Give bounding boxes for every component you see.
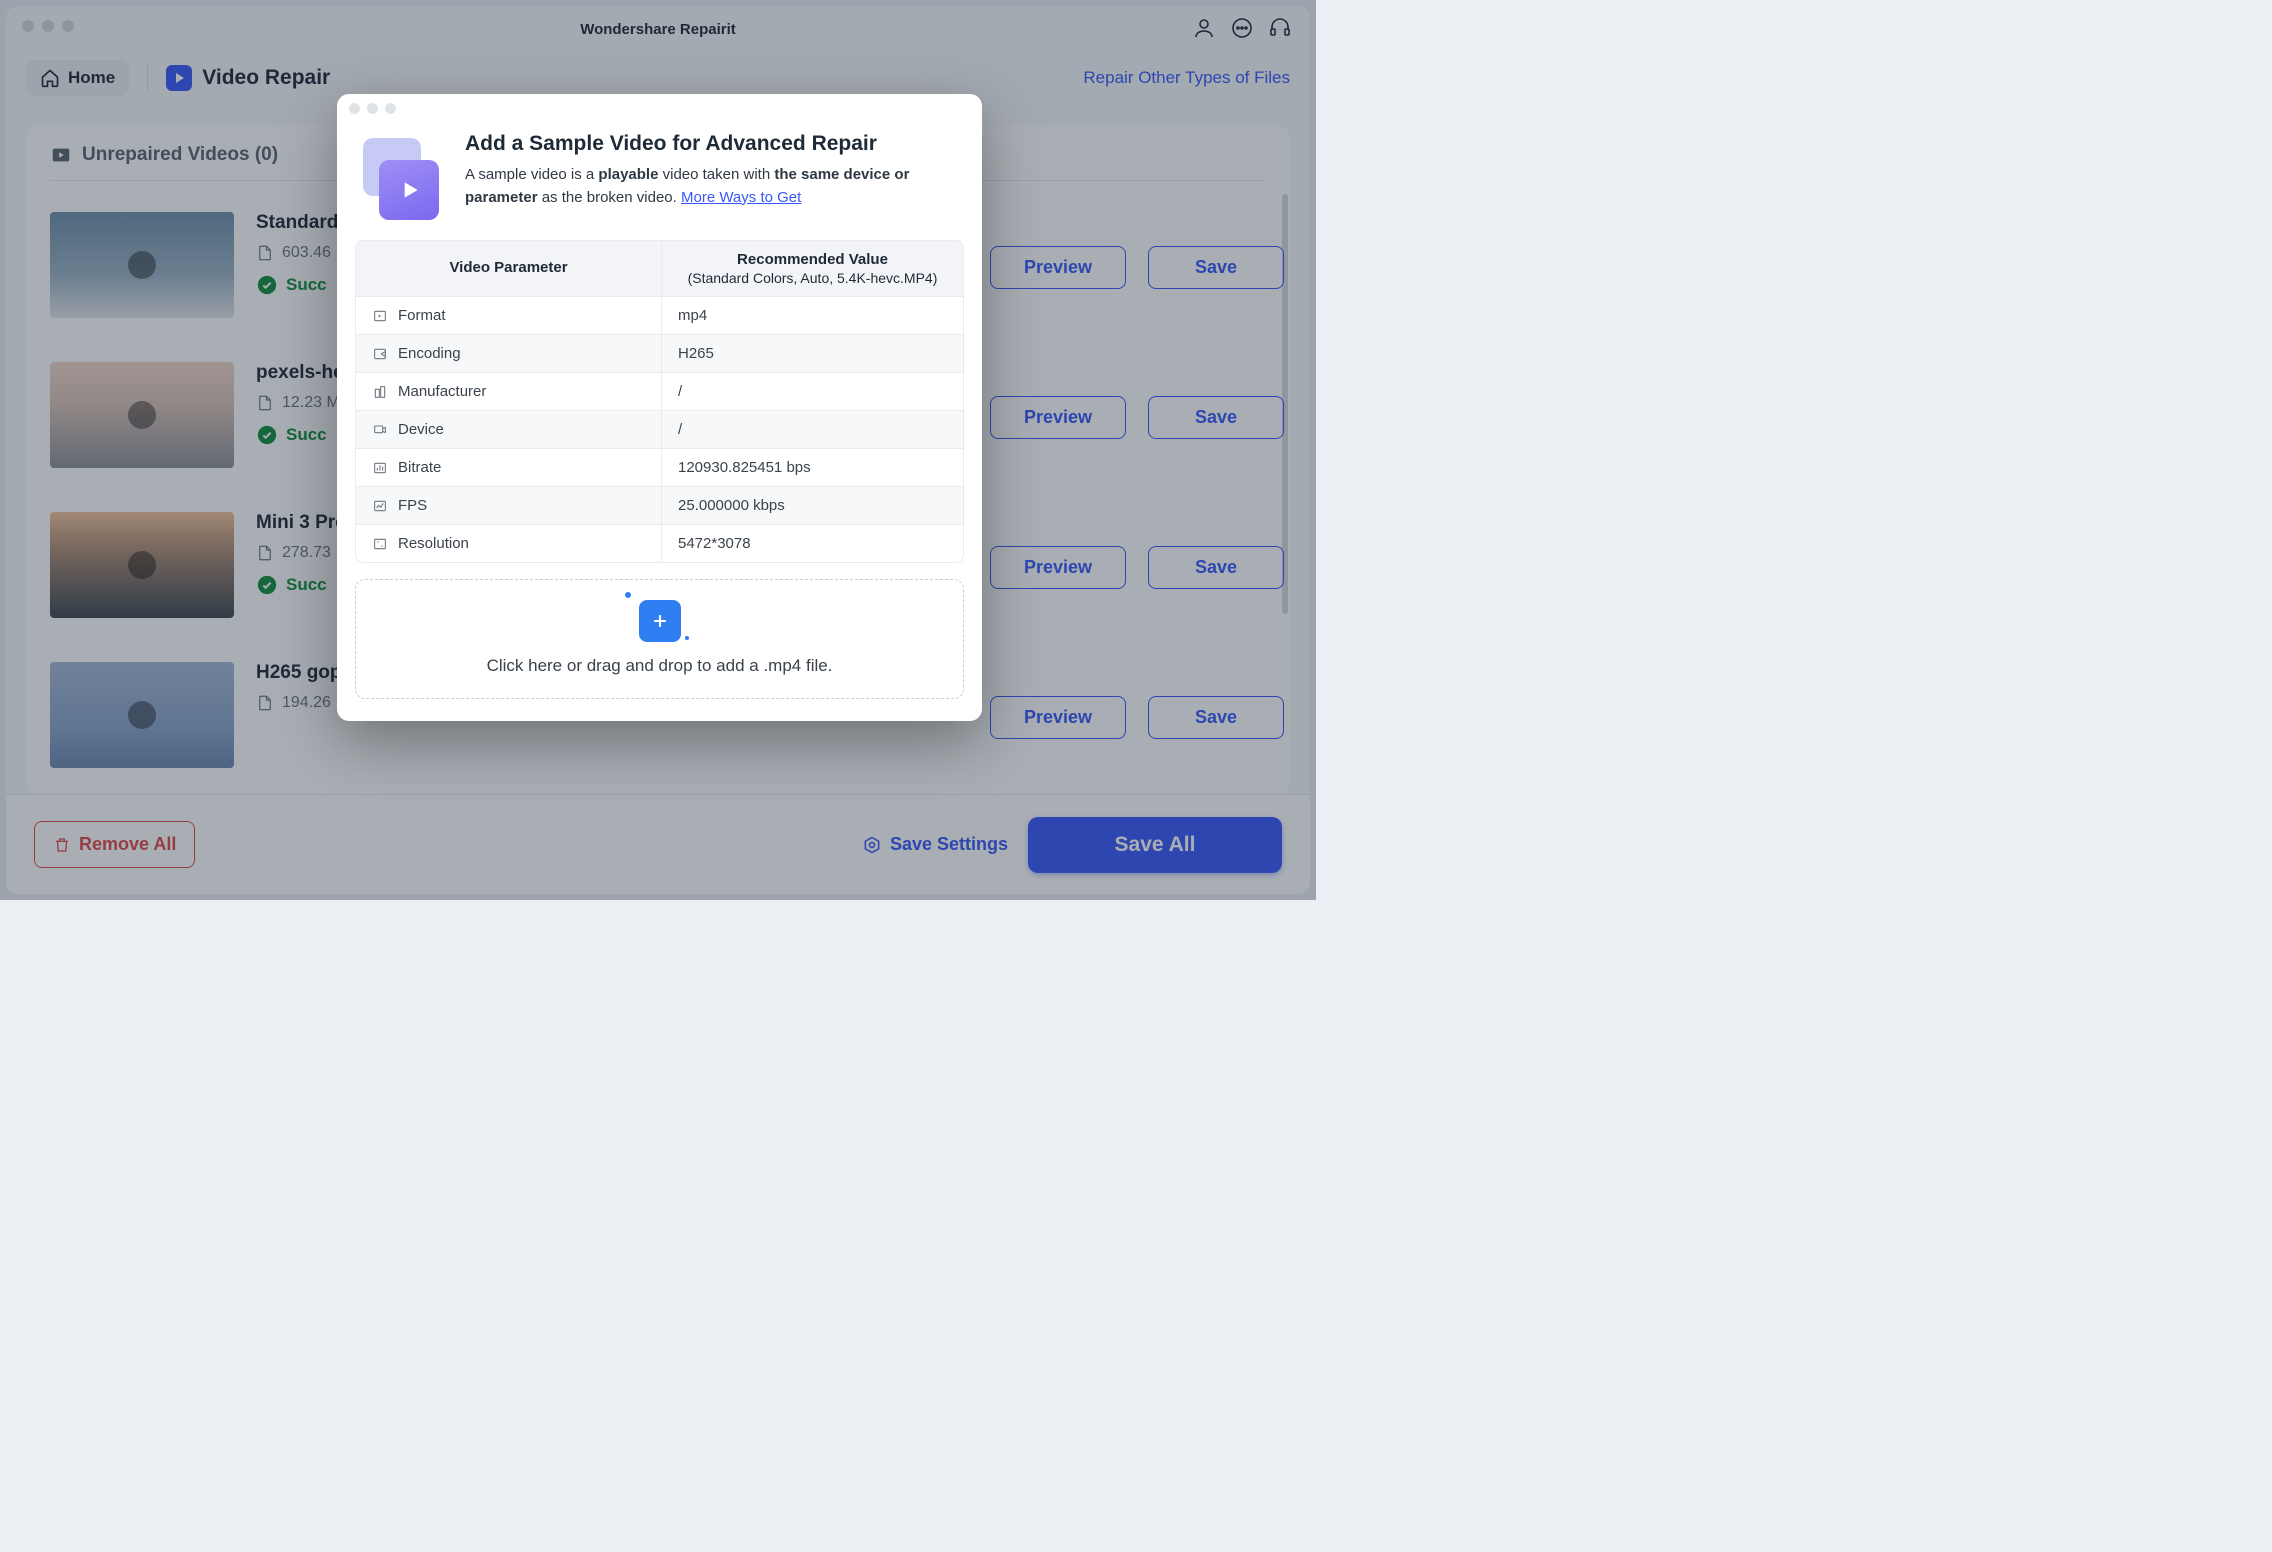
- more-ways-link[interactable]: More Ways to Get: [681, 189, 801, 206]
- modal-description: A sample video is a playable video taken…: [465, 164, 956, 209]
- table-header: Recommended Value (Standard Colors, Auto…: [662, 241, 963, 296]
- close-icon[interactable]: [349, 103, 360, 114]
- table-row: Resolution: [356, 525, 662, 562]
- dropzone-text: Click here or drag and drop to add a .mp…: [356, 656, 963, 676]
- maximize-icon[interactable]: [385, 103, 396, 114]
- bitrate-icon: [372, 460, 388, 476]
- table-row: Format: [356, 297, 662, 334]
- encoding-icon: [372, 346, 388, 362]
- parameter-table: Video Parameter Recommended Value (Stand…: [355, 240, 964, 563]
- table-row: Encoding: [356, 335, 662, 372]
- sample-video-icon: [363, 138, 441, 216]
- table-header: Video Parameter: [356, 241, 662, 296]
- minimize-icon[interactable]: [367, 103, 378, 114]
- advanced-repair-modal: Add a Sample Video for Advanced Repair A…: [337, 94, 982, 721]
- table-row: Manufacturer: [356, 373, 662, 410]
- format-icon: [372, 308, 388, 324]
- dropzone[interactable]: Click here or drag and drop to add a .mp…: [355, 579, 964, 699]
- table-row: Bitrate: [356, 449, 662, 486]
- table-row: FPS: [356, 487, 662, 524]
- device-icon: [372, 422, 388, 438]
- resolution-icon: [372, 536, 388, 552]
- modal-title: Add a Sample Video for Advanced Repair: [465, 132, 956, 156]
- table-row: Device: [356, 411, 662, 448]
- fps-icon: [372, 498, 388, 514]
- manufacturer-icon: [372, 384, 388, 400]
- plus-icon: [639, 600, 681, 642]
- modal-titlebar: [337, 94, 982, 122]
